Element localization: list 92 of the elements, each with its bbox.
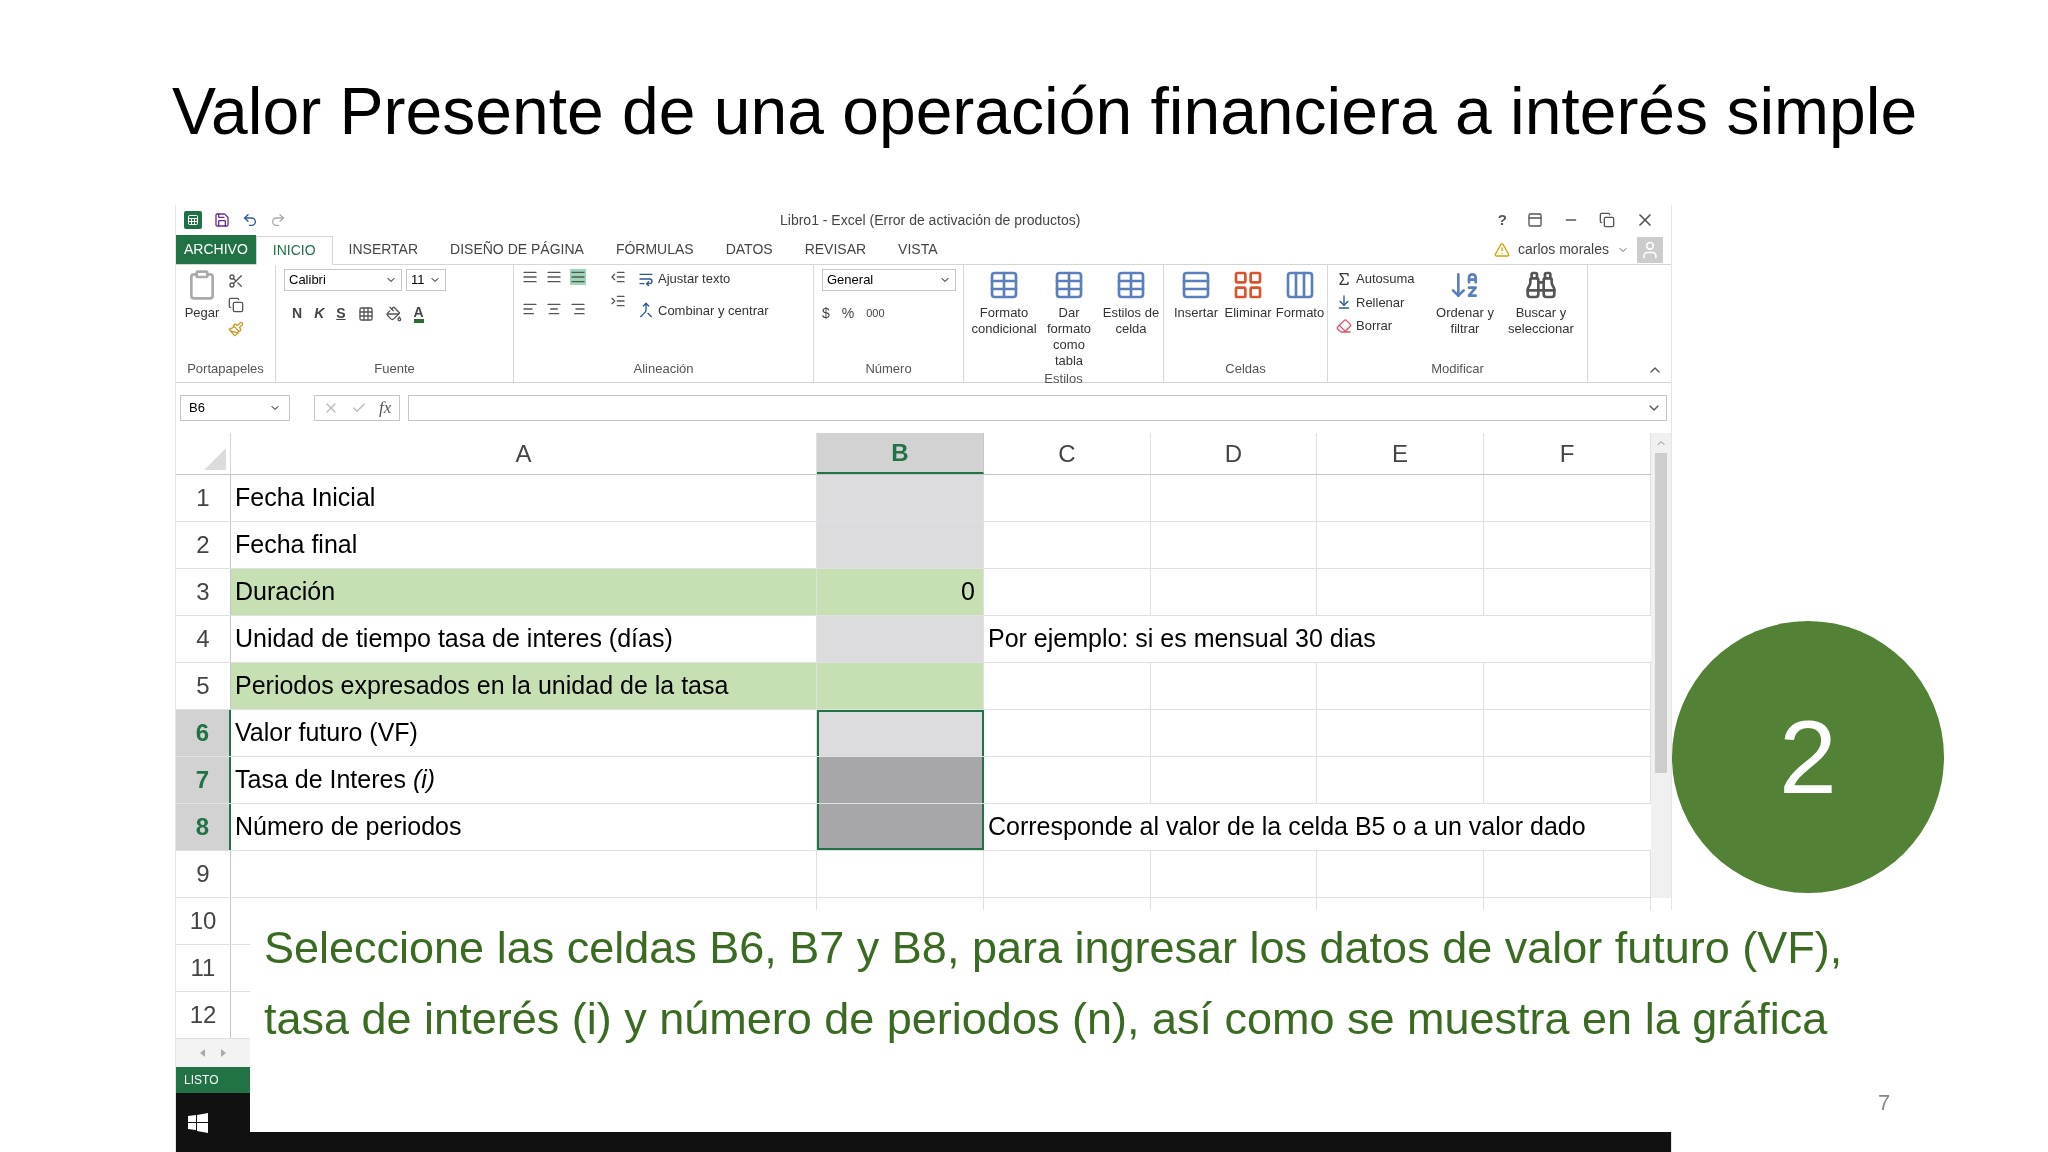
- slide-title: Valor Presente de una operación financiera a interés simple: [172, 73, 1918, 150]
- ribbon-tab[interactable]: DATOS: [709, 235, 789, 264]
- eraser-icon: [1336, 317, 1352, 334]
- format-cells-icon: [1284, 269, 1316, 301]
- group-label: Celdas: [1224, 359, 1267, 378]
- name-box[interactable]: B6: [180, 395, 290, 421]
- fill-down-icon: [1336, 294, 1352, 311]
- row-header[interactable]: 8: [176, 804, 231, 850]
- align-top-icon[interactable]: [522, 269, 538, 285]
- group-label: Fuente: [373, 359, 416, 378]
- ribbon-button[interactable]: Buscar y seleccionar: [1502, 269, 1580, 337]
- borders-icon[interactable]: [357, 305, 374, 322]
- fill-color-icon[interactable]: [385, 305, 402, 322]
- number-format-dropdown[interactable]: General: [822, 269, 956, 291]
- table-style-icon: [1115, 269, 1147, 301]
- page-number: 7: [1878, 1089, 1891, 1117]
- find-icon: [1525, 269, 1557, 301]
- row-header[interactable]: 6: [176, 710, 231, 756]
- table-cell: 0: [817, 569, 984, 615]
- user-name[interactable]: carlos morales: [1517, 239, 1609, 260]
- column-header[interactable]: B: [817, 433, 984, 474]
- underline-button[interactable]: S: [336, 303, 346, 324]
- ribbon-button[interactable]: Insertar: [1172, 269, 1220, 321]
- ribbon-tab[interactable]: INSERTAR: [332, 235, 435, 264]
- restore-icon[interactable]: [1599, 212, 1615, 228]
- editing-button[interactable]: Rellenar: [1336, 292, 1428, 312]
- align-middle-icon[interactable]: [546, 269, 562, 285]
- table-cell-text: Por ejemplo: si es mensual 30 dias: [987, 623, 1377, 655]
- row-header[interactable]: 7: [176, 757, 231, 803]
- windows-logo-icon[interactable]: [188, 1112, 208, 1133]
- group-label: Número: [864, 359, 913, 378]
- italic-button[interactable]: K: [314, 303, 325, 324]
- ribbon-button[interactable]: Estilos de celda: [1102, 269, 1160, 369]
- merge-center-button[interactable]: Combinar y centrar: [638, 300, 769, 320]
- ribbon-tab[interactable]: INICIO: [255, 236, 333, 265]
- ribbon-display-icon[interactable]: [1527, 212, 1543, 228]
- formula-input[interactable]: [408, 395, 1667, 421]
- excel-logo-icon: [184, 211, 202, 229]
- merge-icon: [638, 302, 654, 319]
- table-style-icon: [1053, 269, 1085, 301]
- file-tab[interactable]: ARCHIVO: [176, 235, 256, 264]
- status-text: LISTO: [184, 1072, 219, 1089]
- currency-button[interactable]: $: [822, 303, 830, 324]
- editing-button[interactable]: Borrar: [1336, 316, 1428, 336]
- table-cell: Duración: [231, 569, 817, 615]
- wrap-text-button[interactable]: Ajustar texto: [638, 269, 769, 289]
- group-label: Modificar: [1430, 359, 1485, 378]
- sum-icon: [1336, 270, 1352, 287]
- group-label: Estilos: [1043, 370, 1084, 388]
- window-title: Libro1 - Excel (Error de activación de productos): [780, 210, 1081, 230]
- cut-icon[interactable]: [228, 273, 244, 289]
- group-label: Portapapeles: [186, 359, 265, 378]
- ribbon-button[interactable]: Eliminar: [1224, 269, 1272, 321]
- insert-function-button[interactable]: fx: [379, 395, 392, 421]
- scrollbar-thumb[interactable]: [1655, 453, 1667, 773]
- ribbon-button[interactable]: Ordenar y filtrar: [1436, 269, 1494, 337]
- column-header[interactable]: C: [984, 433, 1151, 474]
- ribbon-button[interactable]: Pegar: [184, 269, 220, 337]
- font-name-dropdown[interactable]: Calibri: [284, 269, 402, 291]
- column-header[interactable]: E: [1317, 433, 1484, 474]
- warning-icon: [1493, 241, 1510, 258]
- table-style-icon: [988, 269, 1020, 301]
- ribbon-button[interactable]: Dar formato como tabla: [1040, 269, 1098, 369]
- ribbon-tab[interactable]: FÓRMULAS: [599, 235, 710, 264]
- bold-button[interactable]: N: [292, 303, 303, 324]
- ribbon-tab[interactable]: REVISAR: [788, 235, 883, 264]
- editing-button[interactable]: Autosuma: [1336, 269, 1428, 289]
- percent-button[interactable]: %: [841, 303, 855, 324]
- help-button[interactable]: ?: [1497, 208, 1507, 232]
- caption-text: Seleccione las celdas B6, B7 y B8, para ingresar los datos de valor futuro (VF), tasa de interés (i) y número de periodos (n), así como se muestra en la gráfica: [264, 921, 1844, 1046]
- thousands-button[interactable]: 000: [866, 305, 885, 322]
- align-bottom-icon[interactable]: [570, 269, 586, 285]
- ribbon-tab[interactable]: DISEÑO DE PÁGINA: [434, 235, 600, 264]
- undo-icon[interactable]: [242, 212, 258, 228]
- save-icon[interactable]: [214, 212, 230, 228]
- column-header[interactable]: D: [1151, 433, 1317, 474]
- increase-indent-icon[interactable]: [610, 293, 626, 309]
- font-color-button[interactable]: A: [413, 304, 424, 323]
- decrease-indent-icon[interactable]: [610, 269, 626, 285]
- ribbon-button[interactable]: Formato condicional: [972, 269, 1036, 369]
- font-size-dropdown[interactable]: 11: [406, 269, 446, 291]
- table-cell-text: Corresponde al valor de la celda B5 o a un valor dado: [987, 811, 1587, 843]
- group-label: Alineación: [632, 359, 695, 378]
- format-painter-icon[interactable]: [228, 321, 244, 337]
- insert-cells-icon: [1180, 269, 1212, 301]
- step-number: 2: [1779, 705, 1837, 809]
- ribbon-tab[interactable]: VISTA: [882, 235, 954, 264]
- delete-cells-icon: [1232, 269, 1264, 301]
- ribbon-button[interactable]: Formato: [1276, 269, 1324, 321]
- copy-icon[interactable]: [228, 297, 244, 313]
- table-cell: Periodos expresados en la unidad de la tasa: [231, 663, 817, 709]
- vertical-scrollbar[interactable]: [1651, 433, 1671, 898]
